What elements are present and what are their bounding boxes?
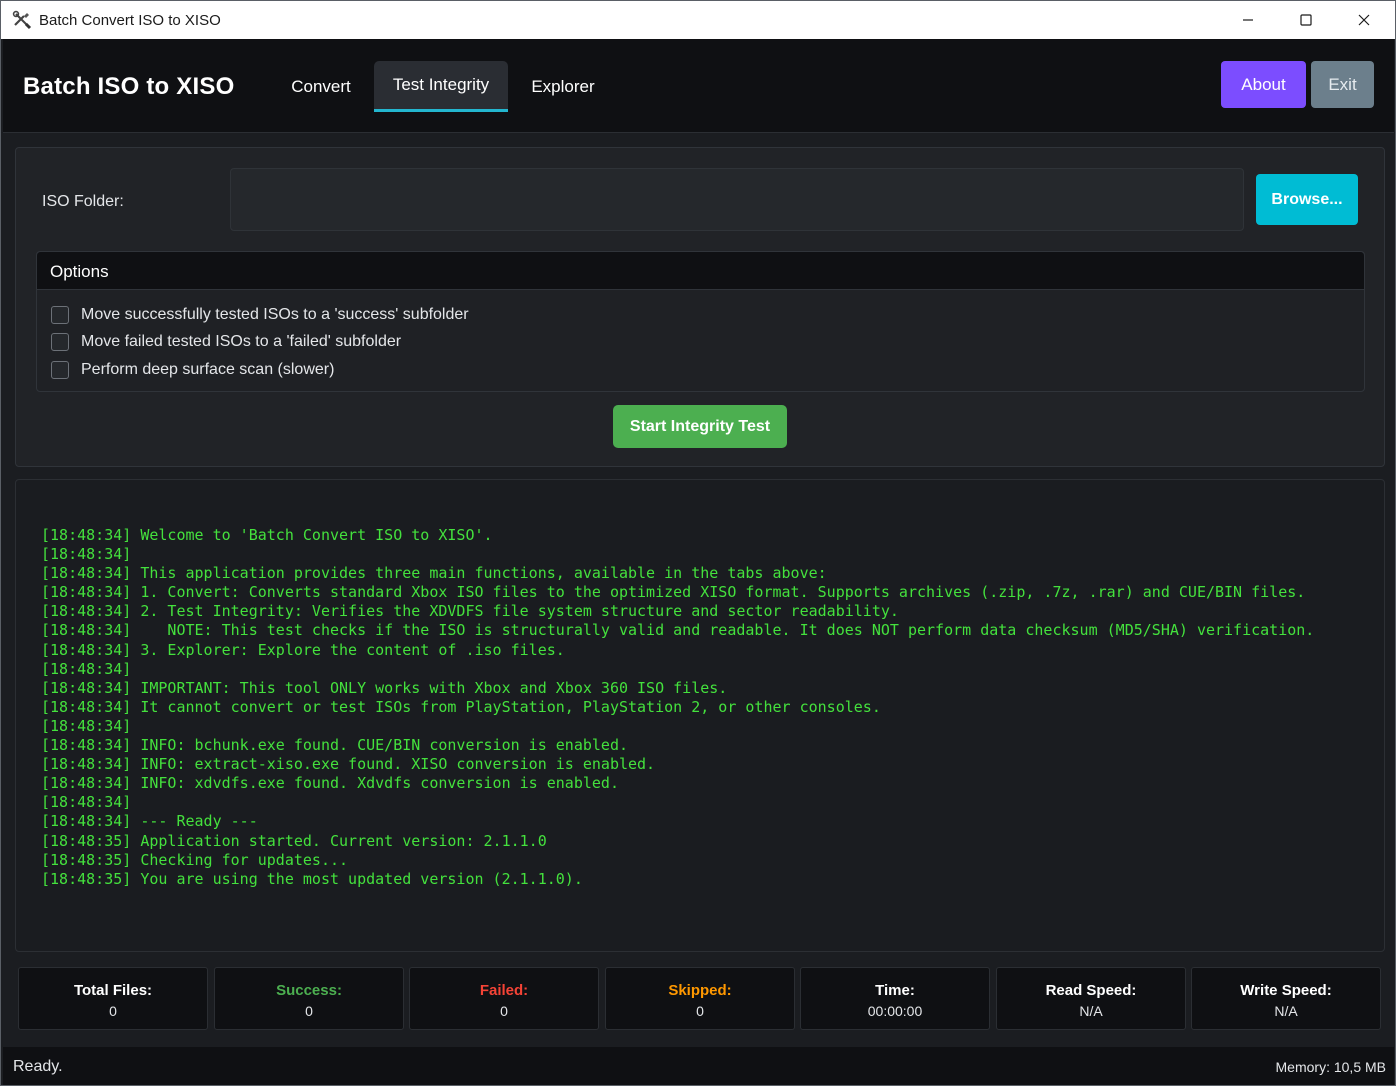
option-move-success[interactable]: Move successfully tested ISOs to a 'succ… (51, 303, 469, 327)
maximize-button[interactable] (1277, 1, 1335, 39)
log-line: [18:48:34] (41, 716, 132, 735)
stat-value: 0 (305, 1003, 313, 1019)
options-group: Options Move successfully tested ISOs to… (36, 251, 1365, 392)
option-move-failed[interactable]: Move failed tested ISOs to a 'failed' su… (51, 330, 401, 354)
browse-button[interactable]: Browse... (1256, 174, 1358, 225)
stat-value: 00:00:00 (867, 1003, 923, 1019)
iso-folder-input[interactable] (230, 168, 1244, 231)
log-line: [18:48:34] (41, 659, 132, 678)
app-window: Batch Convert ISO to XISO Batch ISO to X… (0, 0, 1396, 1086)
option-label: Perform deep surface scan (slower) (81, 361, 335, 378)
about-button[interactable]: About (1221, 61, 1306, 108)
iso-folder-label: ISO Folder: (42, 193, 124, 210)
option-label: Move failed tested ISOs to a 'failed' su… (81, 333, 402, 350)
window-title: Batch Convert ISO to XISO (39, 12, 221, 29)
option-label: Move successfully tested ISOs to a 'succ… (81, 306, 469, 323)
move-success-checkbox[interactable] (51, 306, 69, 324)
tab-test-integrity[interactable]: Test Integrity (374, 61, 508, 112)
log-line: [18:48:34] (41, 793, 132, 812)
maximize-icon (1300, 14, 1312, 26)
stat-write-speed: Write Speed: N/A (1191, 967, 1381, 1030)
stat-value: N/A (1079, 1003, 1103, 1019)
log-scrollbar[interactable] (1385, 479, 1395, 952)
log-line: [18:48:34] --- Ready --- (41, 812, 258, 831)
integrity-settings-panel: ISO Folder: Browse... Options Move succe… (15, 147, 1385, 467)
deep-scan-checkbox[interactable] (51, 361, 69, 379)
log-line: [18:48:34] INFO: extract-xiso.exe found.… (41, 755, 656, 774)
options-title: Options (50, 262, 109, 281)
tab-explorer[interactable]: Explorer (513, 61, 613, 112)
log-line: [18:48:34] IMPORTANT: This tool ONLY wor… (41, 678, 728, 697)
log-line: [18:48:34] NOTE: This test checks if the… (41, 621, 1315, 640)
tools-icon (12, 10, 32, 30)
stat-label: Success: (276, 982, 342, 999)
log-line: [18:48:35] Application started. Current … (41, 831, 547, 850)
log-line: [18:48:34] 2. Test Integrity: Verifies t… (41, 602, 899, 621)
stat-success: Success: 0 (214, 967, 404, 1030)
option-deep-scan[interactable]: Perform deep surface scan (slower) (51, 358, 334, 382)
app-title: Batch ISO to XISO (23, 73, 235, 100)
memory-usage: Memory: 10,5 MB (1275, 1059, 1386, 1075)
stat-failed: Failed: 0 (409, 967, 599, 1030)
stat-read-speed: Read Speed: N/A (996, 967, 1186, 1030)
exit-button[interactable]: Exit (1311, 61, 1374, 108)
stat-value: 0 (696, 1003, 704, 1019)
app-header: Batch ISO to XISO Convert Test Integrity… (3, 39, 1394, 133)
stat-value: 0 (500, 1003, 508, 1019)
stat-total-files: Total Files: 0 (18, 967, 208, 1030)
stat-label: Time: (875, 982, 915, 999)
tab-convert[interactable]: Convert (273, 61, 369, 112)
stat-time: Time: 00:00:00 (800, 967, 990, 1030)
stat-label: Write Speed: (1240, 982, 1332, 999)
minimize-icon (1243, 19, 1253, 21)
log-line: [18:48:34] (41, 545, 132, 564)
stat-label: Total Files: (73, 982, 153, 999)
stat-skipped: Skipped: 0 (605, 967, 795, 1030)
options-header: Options (37, 252, 1364, 290)
stats-bar: Total Files: 0 Success: 0 Failed: 0 Skip… (3, 959, 1394, 1043)
stat-label: Skipped: (668, 982, 732, 999)
log-line: [18:48:34] It cannot convert or test ISO… (41, 697, 881, 716)
log-line: [18:48:34] This application provides thr… (41, 564, 827, 583)
log-line: [18:48:35] Checking for updates... (41, 850, 349, 869)
stat-label: Failed: (479, 982, 529, 999)
status-text: Ready. (13, 1058, 63, 1075)
log-line: [18:48:34] 1. Convert: Converts standard… (41, 583, 1306, 602)
status-bar: Ready. Memory: 10,5 MB (3, 1047, 1394, 1085)
log-line: [18:48:35] You are using the most update… (41, 869, 583, 888)
stat-label: Read Speed: (1045, 982, 1137, 999)
log-line: [18:48:34] Welcome to 'Batch Convert ISO… (41, 526, 493, 544)
start-integrity-test-button[interactable]: Start Integrity Test (613, 405, 787, 448)
stat-value: 0 (109, 1003, 117, 1019)
minimize-button[interactable] (1219, 1, 1277, 39)
log-line: [18:48:34] 3. Explorer: Explore the cont… (41, 640, 565, 659)
stat-value: N/A (1274, 1003, 1298, 1019)
log-line: [18:48:34] INFO: xdvdfs.exe found. Xdvdf… (41, 774, 619, 793)
log-line: [18:48:34] INFO: bchunk.exe found. CUE/B… (41, 736, 628, 755)
move-failed-checkbox[interactable] (51, 333, 69, 351)
close-button[interactable] (1335, 1, 1393, 39)
close-icon (1358, 14, 1370, 26)
log-lines: [18:48:34] Welcome to 'Batch Convert ISO… (41, 526, 1314, 889)
log-output[interactable]: [18:48:34] Welcome to 'Batch Convert ISO… (15, 479, 1385, 952)
title-bar: Batch Convert ISO to XISO (1, 1, 1395, 39)
